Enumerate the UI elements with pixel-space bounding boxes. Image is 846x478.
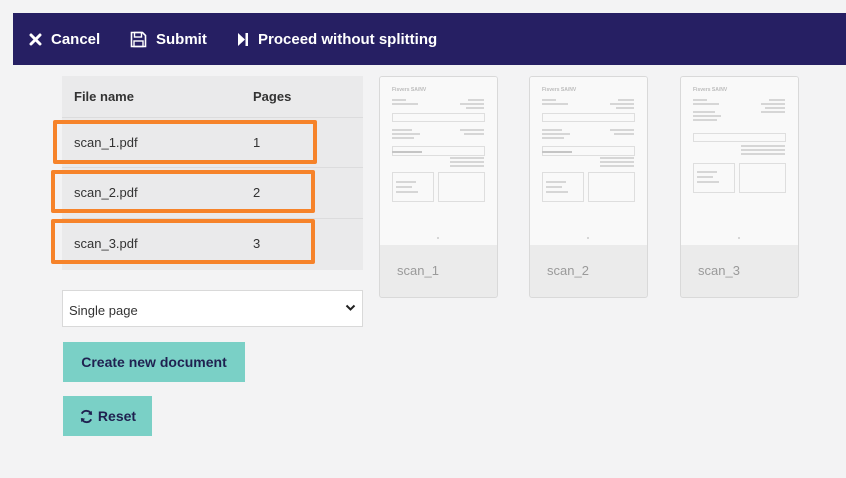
table-row[interactable]: scan_2.pdf 2: [62, 167, 363, 217]
skip-forward-icon: [238, 32, 248, 46]
preview-label: scan_3: [698, 263, 740, 278]
top-toolbar: Cancel Submit Proceed without splitting: [13, 13, 846, 65]
preview-label: scan_1: [397, 263, 439, 278]
page-thumbnail: Fisvers SA/NV: [681, 77, 798, 245]
create-new-document-button[interactable]: Create new document: [63, 342, 245, 382]
reset-label: Reset: [97, 408, 137, 424]
file-name-cell: scan_3.pdf: [74, 236, 138, 251]
document-preview-card[interactable]: Fisvers SA/NV scan_2: [529, 76, 648, 298]
split-mode-select[interactable]: Single page: [62, 290, 363, 327]
table-row[interactable]: scan_1.pdf 1: [62, 117, 363, 167]
thumbnail-header-text: Fisvers SA/NV: [392, 87, 427, 93]
floppy-disk-icon: [130, 31, 147, 47]
column-header-pages: Pages: [253, 89, 292, 104]
thumbnail-header-text: Fisvers SA/NV: [542, 87, 577, 93]
cancel-label: Cancel: [51, 30, 101, 48]
file-name-cell: scan_1.pdf: [74, 135, 138, 150]
create-new-document-label: Create new document: [81, 354, 227, 370]
pages-cell: 1: [253, 135, 261, 150]
column-header-file-name: File name: [74, 89, 134, 104]
preview-label: scan_2: [547, 263, 589, 278]
pages-cell: 2: [253, 185, 261, 200]
file-name-cell: scan_2.pdf: [74, 185, 138, 200]
thumbnail-header-text: Fisvers SA/NV: [693, 87, 728, 93]
page-thumbnail: Fisvers SA/NV: [380, 77, 497, 245]
refresh-icon: [80, 409, 93, 423]
split-mode-value: Single page: [69, 303, 138, 318]
x-icon: [29, 33, 42, 45]
submit-button[interactable]: Submit: [130, 13, 207, 65]
proceed-without-splitting-button[interactable]: Proceed without splitting: [237, 13, 437, 65]
table-row[interactable]: scan_3.pdf 3: [62, 218, 363, 268]
page-thumbnail: Fisvers SA/NV: [530, 77, 647, 245]
reset-button[interactable]: Reset: [63, 396, 152, 436]
chevron-down-icon: [345, 304, 356, 311]
pages-cell: 3: [253, 236, 261, 251]
document-preview-card[interactable]: Fisvers SA/NV scan_3: [680, 76, 799, 298]
proceed-label: Proceed without splitting: [258, 30, 438, 48]
table-header: File name Pages: [62, 76, 363, 117]
submit-label: Submit: [156, 30, 207, 48]
cancel-button[interactable]: Cancel: [29, 13, 100, 65]
file-table: File name Pages scan_1.pdf 1 scan_2.pdf …: [62, 76, 363, 270]
document-preview-card[interactable]: Fisvers SA/NV scan_1: [379, 76, 498, 298]
